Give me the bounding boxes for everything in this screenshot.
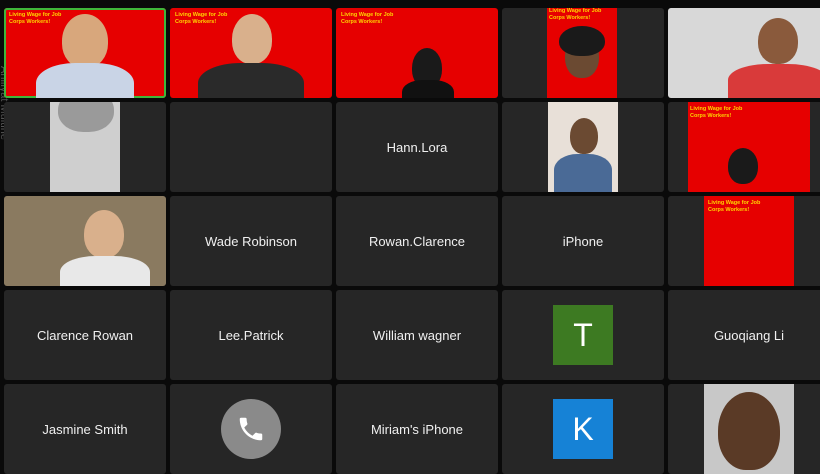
participant-tile-23[interactable]: Miriam's iPhone bbox=[336, 384, 498, 474]
banner-text: Living Wage for Job Corps Workers! bbox=[175, 12, 228, 25]
participant-tile-25[interactable] bbox=[668, 384, 820, 474]
participant-body bbox=[198, 63, 304, 98]
participant-name: Hann.Lora bbox=[386, 139, 448, 155]
participant-video bbox=[704, 384, 794, 474]
participant-name: Clarence Rowan bbox=[36, 327, 134, 343]
participant-name: Guoqiang Li bbox=[713, 327, 785, 343]
participant-tile-9[interactable] bbox=[502, 102, 664, 192]
participant-face bbox=[728, 148, 758, 184]
participant-body bbox=[60, 256, 150, 286]
participant-video bbox=[50, 102, 120, 192]
participant-body bbox=[554, 154, 612, 192]
participant-tile-2[interactable]: Living Wage for Job Corps Workers! bbox=[170, 8, 332, 98]
participant-body bbox=[728, 64, 820, 98]
participant-video bbox=[548, 102, 618, 192]
avatar: K bbox=[553, 399, 613, 459]
participant-tile-17[interactable]: Lee.Patrick bbox=[170, 290, 332, 380]
participant-face bbox=[570, 118, 598, 154]
participant-tile-4[interactable]: Living Wage for Job Corps Workers! bbox=[502, 8, 664, 98]
participant-name: Rowan.Clarence bbox=[368, 233, 466, 249]
participant-face bbox=[718, 392, 780, 470]
participant-tile-21[interactable]: Jasmine Smith bbox=[4, 384, 166, 474]
participant-face bbox=[758, 18, 798, 64]
participant-tile-20[interactable]: Guoqiang Li bbox=[668, 290, 820, 380]
participant-tile-11[interactable] bbox=[4, 196, 166, 286]
participant-video bbox=[668, 8, 820, 98]
participant-tile-16[interactable]: Clarence Rowan bbox=[4, 290, 166, 380]
participant-name: Wade Robinson bbox=[204, 233, 297, 249]
participant-tile-19[interactable]: T bbox=[502, 290, 664, 380]
participant-tile-8[interactable]: Hann.Lora bbox=[336, 102, 498, 192]
participant-tile-5[interactable] bbox=[668, 8, 820, 98]
participant-tile-18[interactable]: William wagner bbox=[336, 290, 498, 380]
participant-tile-6[interactable] bbox=[4, 102, 166, 192]
banner-text: Living Wage for Job Corps Workers! bbox=[690, 106, 743, 119]
participant-tile-10[interactable]: Living Wage for Job Corps Workers! bbox=[668, 102, 820, 192]
participant-name: Miriam's iPhone bbox=[370, 421, 464, 437]
participant-tile-24[interactable]: K bbox=[502, 384, 664, 474]
participant-video bbox=[4, 196, 166, 286]
banner-text: Living Wage for Job Corps Workers! bbox=[549, 8, 602, 21]
participant-tile-3[interactable]: Living Wage for Job Corps Workers! bbox=[336, 8, 498, 98]
phone-avatar bbox=[221, 399, 281, 459]
participant-body bbox=[36, 63, 134, 98]
participant-tile-7[interactable] bbox=[170, 102, 332, 192]
banner-text: Living Wage for Job Corps Workers! bbox=[708, 200, 761, 213]
participant-video bbox=[62, 14, 108, 68]
participant-tile-22[interactable] bbox=[170, 384, 332, 474]
participant-name: iPhone bbox=[562, 233, 604, 249]
participant-grid: Living Wage for Job Corps Workers! Livin… bbox=[4, 8, 820, 474]
participant-tile-14[interactable]: iPhone bbox=[502, 196, 664, 286]
participant-name: Jasmine Smith bbox=[42, 421, 128, 437]
participant-name: Lee.Patrick bbox=[218, 327, 284, 343]
participant-video: Living Wage for Job Corps Workers! bbox=[688, 102, 810, 192]
banner-text: Living Wage for Job Corps Workers! bbox=[341, 12, 394, 25]
participant-video bbox=[232, 14, 272, 64]
participant-tile-13[interactable]: Rowan.Clarence bbox=[336, 196, 498, 286]
banner-text: Living Wage for Job Corps Workers! bbox=[9, 12, 62, 25]
participant-name: William wagner bbox=[372, 327, 462, 343]
participant-tile-12[interactable]: Wade Robinson bbox=[170, 196, 332, 286]
phone-icon bbox=[239, 417, 263, 441]
participant-video: Living Wage for Job Corps Workers! bbox=[547, 8, 617, 98]
avatar: T bbox=[553, 305, 613, 365]
participant-tile-15[interactable]: Living Wage for Job Corps Workers! bbox=[668, 196, 820, 286]
participant-body bbox=[402, 80, 454, 98]
participant-face bbox=[58, 102, 114, 132]
participant-face bbox=[84, 210, 124, 258]
participant-tile-1[interactable]: Living Wage for Job Corps Workers! bbox=[4, 8, 166, 98]
participant-video: Living Wage for Job Corps Workers! bbox=[704, 196, 794, 286]
participant-hair bbox=[559, 26, 605, 56]
